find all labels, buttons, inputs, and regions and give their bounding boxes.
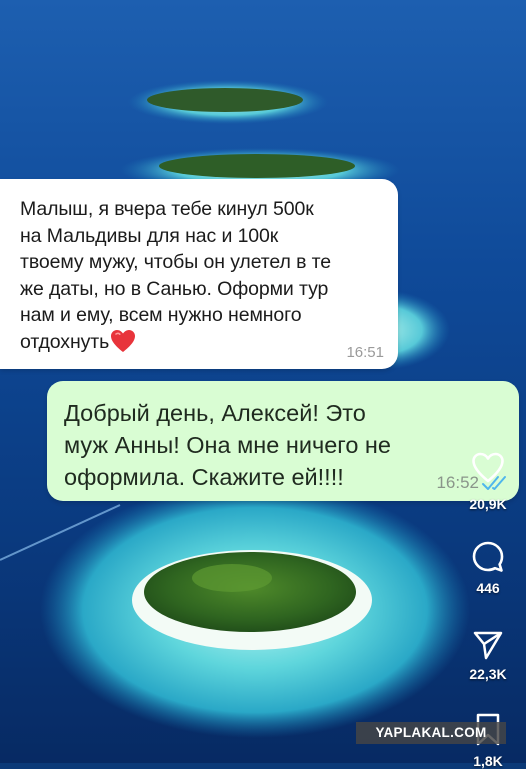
incoming-last-line: отдохнуть: [20, 329, 380, 356]
incoming-line: Малыш, я вчера тебе кинул 500к: [20, 198, 314, 220]
watermark-logo: YAPLAKAL.COM: [356, 722, 506, 744]
incoming-message-bubble[interactable]: Малыш, я вчера тебе кинул 500к на Мальди…: [0, 179, 398, 369]
bookmark-count: 1,8K: [473, 753, 503, 769]
send-icon[interactable]: [472, 630, 504, 660]
incoming-line: на Мальдивы для нас и 100к: [20, 224, 279, 247]
share-action[interactable]: 22,3K: [458, 630, 518, 682]
like-count: 20,9K: [469, 496, 507, 512]
heart-emoji-icon: [111, 329, 136, 352]
outgoing-line: Добрый день, Алексей! Это: [64, 400, 366, 426]
like-action[interactable]: 20,9K: [458, 452, 518, 512]
outgoing-line: оформила. Скажите ей!!!!: [64, 464, 344, 490]
outgoing-line: муж Анны! Она мне ничего не: [64, 432, 391, 458]
outgoing-message-bubble[interactable]: Добрый день, Алексей! Это муж Анны! Она …: [47, 381, 519, 501]
comment-count: 446: [476, 580, 500, 596]
heart-outline-icon[interactable]: [471, 452, 505, 484]
share-count: 22,3K: [469, 666, 507, 682]
incoming-line: твоему мужу, чтобы он улетел в те: [20, 251, 332, 273]
comment-bubble-icon[interactable]: [471, 540, 505, 574]
incoming-message-text: Малыш, я вчера тебе кинул 500к на Мальди…: [20, 196, 380, 355]
incoming-message-time: 16:51: [346, 344, 384, 361]
comment-action[interactable]: 446: [458, 540, 518, 596]
incoming-line: же даты, но в Санью. Оформи тур: [20, 277, 329, 300]
outgoing-message-text: Добрый день, Алексей! Это муж Анны! Она …: [64, 397, 484, 493]
incoming-line: отдохнуть: [20, 330, 110, 353]
incoming-line: нам и ему, всем нужно немного: [20, 304, 302, 326]
